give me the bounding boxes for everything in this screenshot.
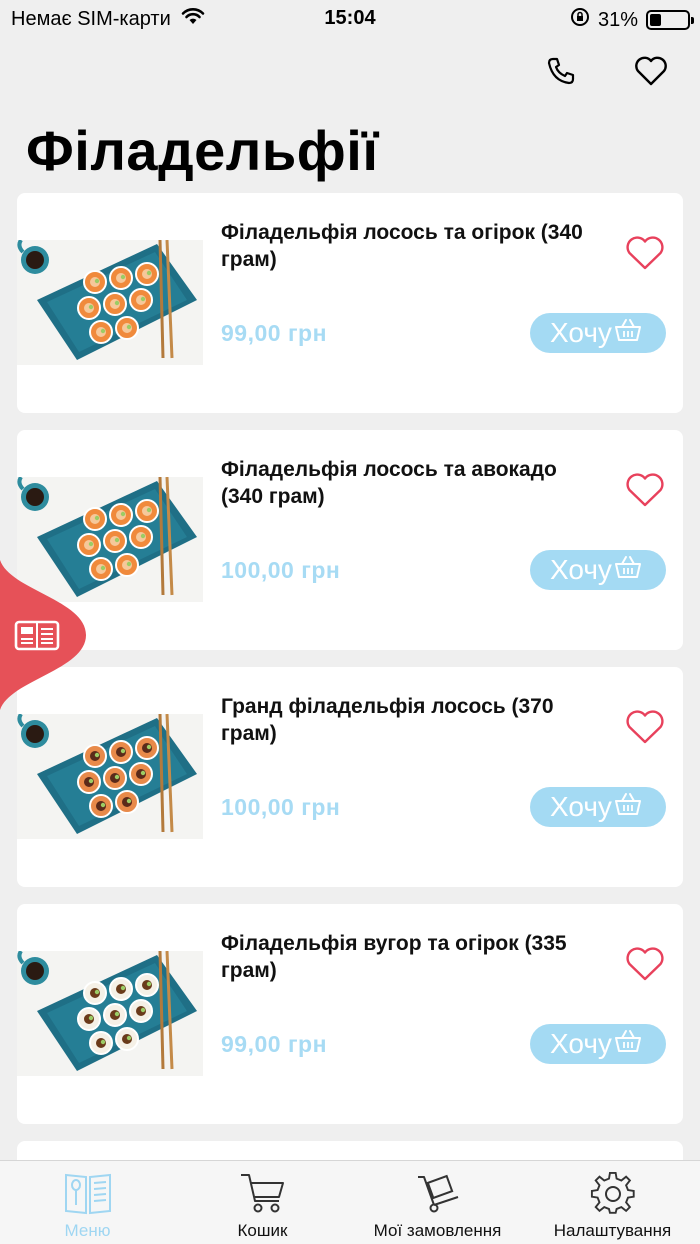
product-price: 99,00 грн — [221, 320, 327, 346]
status-bar: Немає SIM-карти 15:04 31% — [0, 0, 700, 36]
heart-icon — [626, 236, 664, 270]
tab-settings-label: Налаштування — [553, 1221, 672, 1240]
product-price: 100,00 грн — [221, 794, 341, 820]
product-card[interactable]: Філадельфія лосось та авокадо (340 грам)… — [17, 430, 683, 650]
tab-menu[interactable]: Меню — [0, 1161, 175, 1244]
tab-cart[interactable]: Кошик — [175, 1161, 350, 1244]
product-card[interactable]: Філадельфія вугор та огірок (335 грам) 9… — [17, 904, 683, 1124]
add-to-cart-label: Хочу — [550, 791, 612, 822]
add-to-cart-button[interactable]: Хочу — [530, 1024, 666, 1064]
tab-orders[interactable]: Мої замовлення — [350, 1161, 525, 1244]
hand-truck-icon — [414, 1171, 462, 1220]
floating-menu-button[interactable] — [0, 560, 86, 710]
product-image[interactable] — [17, 951, 203, 1076]
tab-orders-label: Мої замовлення — [373, 1221, 502, 1240]
add-to-cart-button[interactable]: Хочу — [530, 550, 666, 590]
add-to-cart-label: Хочу — [550, 1028, 612, 1059]
product-name: Філадельфія вугор та огірок (335 грам) — [221, 932, 567, 982]
tab-cart-label: Кошик — [237, 1221, 288, 1240]
basket-icon — [614, 317, 642, 349]
basket-icon — [614, 791, 642, 823]
cart-icon — [239, 1171, 287, 1220]
product-name: Філадельфія лосось та авокадо (340 грам) — [221, 458, 557, 508]
add-to-favorites-button[interactable] — [625, 235, 665, 271]
add-to-cart-label: Хочу — [550, 554, 612, 585]
product-name: Гранд філадельфія лосось (370 грам) — [221, 695, 554, 745]
heart-icon — [635, 56, 667, 86]
tab-menu-label: Меню — [64, 1221, 111, 1240]
product-card[interactable]: Гранд філадельфія лосось (370 грам) 100,… — [17, 667, 683, 887]
product-name: Філадельфія лосось та огірок (340 грам) — [221, 221, 583, 271]
orientation-lock-icon — [570, 7, 590, 33]
tab-bar: Меню Кошик Мої замовлення Налаштування — [0, 1160, 700, 1244]
add-to-favorites-button[interactable] — [625, 709, 665, 745]
basket-icon — [614, 1028, 642, 1060]
battery-level — [650, 14, 662, 26]
add-to-cart-label: Хочу — [550, 317, 612, 348]
menu-book-icon — [62, 1171, 114, 1220]
page-title: Філадельфії — [26, 119, 379, 182]
gear-icon — [590, 1171, 636, 1222]
add-to-favorites-button[interactable] — [625, 946, 665, 982]
product-image[interactable] — [17, 240, 203, 365]
product-card[interactable]: Філадельфія лосось та огірок (340 грам) … — [17, 193, 683, 413]
product-image[interactable] — [17, 714, 203, 839]
battery-icon — [646, 10, 694, 30]
product-price: 100,00 грн — [221, 557, 341, 583]
nav-actions — [542, 52, 670, 90]
battery-percent: 31% — [597, 8, 638, 31]
basket-icon — [614, 554, 642, 586]
product-list: Філадельфія лосось та огірок (340 грам) … — [17, 193, 683, 1198]
product-price: 99,00 грн — [221, 1031, 327, 1057]
heart-icon — [626, 947, 664, 981]
add-to-favorites-button[interactable] — [625, 472, 665, 508]
favorites-button[interactable] — [632, 52, 670, 90]
phone-button[interactable] — [542, 52, 580, 90]
add-to-cart-button[interactable]: Хочу — [530, 313, 666, 353]
add-to-cart-button[interactable]: Хочу — [530, 787, 666, 827]
phone-icon — [547, 57, 575, 85]
heart-icon — [626, 710, 664, 744]
heart-icon — [626, 473, 664, 507]
tab-settings[interactable]: Налаштування — [525, 1161, 700, 1244]
